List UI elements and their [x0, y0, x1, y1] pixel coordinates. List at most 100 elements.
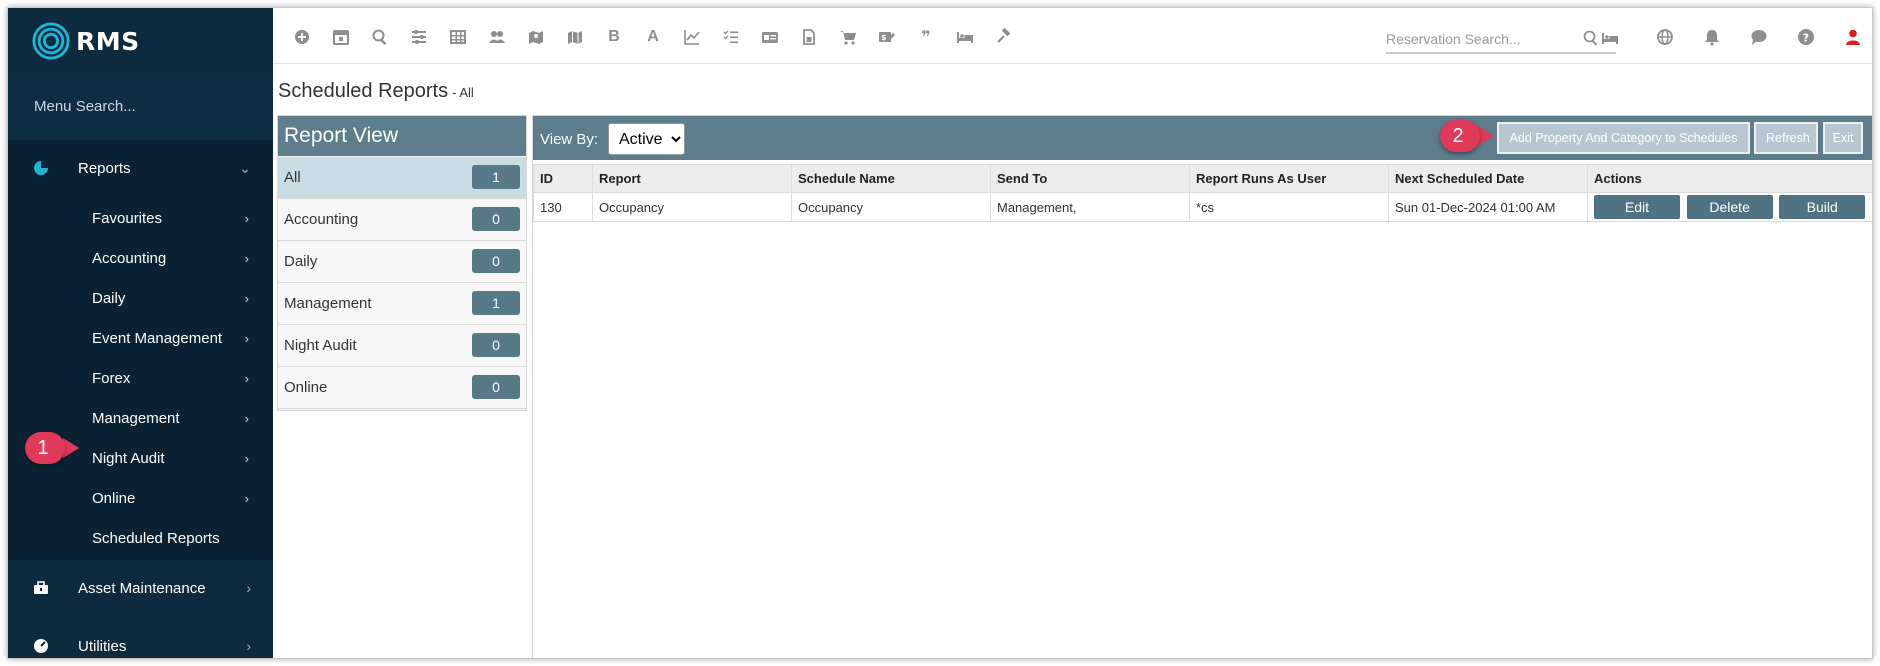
table-row[interactable]: 130 Occupancy Occupancy Management, *cs …: [533, 192, 1872, 222]
chevron-right-icon: ›: [246, 580, 251, 596]
table-header-row: ID Report Schedule Name Send To Report R…: [533, 164, 1872, 193]
column-header-runs-as-user[interactable]: Report Runs As User: [1189, 164, 1389, 193]
rms-logo[interactable]: RMS: [32, 22, 140, 60]
document-icon[interactable]: [798, 26, 820, 48]
edit-button[interactable]: Edit: [1594, 195, 1680, 219]
line-chart-icon[interactable]: [681, 26, 703, 48]
callout-pointer: [1478, 126, 1494, 146]
add-property-category-button[interactable]: Add Property And Category to Schedules: [1497, 122, 1750, 154]
schedules-panel: View By: Active Add Property And Categor…: [532, 115, 1872, 658]
map-pin-icon[interactable]: [525, 26, 547, 48]
column-header-send-to[interactable]: Send To: [990, 164, 1190, 193]
column-header-next-scheduled-date[interactable]: Next Scheduled Date: [1388, 164, 1588, 193]
sidebar-subitem-daily[interactable]: Daily ›: [8, 278, 273, 318]
help-icon[interactable]: ?: [1795, 26, 1817, 48]
view-by-select[interactable]: Active: [608, 123, 685, 155]
report-view-item-management[interactable]: Management 1: [278, 283, 526, 325]
chevron-right-icon: ›: [244, 250, 249, 266]
report-view-item-accounting[interactable]: Accounting 0: [278, 199, 526, 241]
cell-schedule-name: Occupancy: [791, 192, 991, 222]
cart-icon[interactable]: [837, 26, 859, 48]
brand-name: RMS: [76, 26, 140, 56]
sidebar-subitem-label: Favourites: [92, 209, 163, 227]
delete-button[interactable]: Delete: [1686, 195, 1773, 219]
bell-icon[interactable]: [1701, 26, 1723, 48]
exit-button[interactable]: Exit: [1823, 122, 1863, 154]
sliders-icon[interactable]: [408, 26, 430, 48]
sidebar-item-label: Asset Maintenance: [78, 579, 206, 597]
sidebar-subitem-online[interactable]: Online ›: [8, 478, 273, 518]
sidebar-subitem-label: Night Audit: [92, 449, 165, 467]
chevron-right-icon: ›: [244, 290, 249, 306]
view-by-label: View By:: [540, 131, 599, 148]
grid-icon[interactable]: [447, 26, 469, 48]
plus-circle-icon[interactable]: [291, 26, 313, 48]
sidebar-item-utilities[interactable]: Utilities ›: [8, 621, 273, 658]
sidebar-item-reports[interactable]: Reports ⌄: [8, 143, 273, 193]
sidebar-subitem-label: Event Management: [92, 329, 223, 347]
cell-report: Occupancy: [592, 192, 792, 222]
menu-search[interactable]: Menu Search...: [8, 78, 273, 140]
chevron-right-icon: ›: [244, 370, 249, 386]
reservation-search[interactable]: [1386, 26, 1618, 54]
sidebar-subitem-label: Online: [92, 489, 136, 507]
gavel-icon[interactable]: [993, 26, 1015, 48]
column-header-id[interactable]: ID: [533, 164, 593, 193]
report-view-label: Daily: [284, 253, 318, 270]
report-view-panel: Report View All 1 Accounting 0 Daily 0 M…: [277, 115, 527, 411]
bold-b-icon[interactable]: B: [603, 26, 625, 48]
chevron-right-icon: ›: [244, 490, 249, 506]
sidebar-subitem-label: Management: [92, 409, 180, 427]
page-title-suffix: - All: [452, 85, 474, 100]
cell-actions: Edit Delete Build: [1587, 192, 1872, 222]
calendar-icon[interactable]: [330, 26, 352, 48]
rms-logo-icon: [32, 22, 70, 60]
column-header-report[interactable]: Report: [592, 164, 792, 193]
schedules-toolbar: View By: Active Add Property And Categor…: [533, 116, 1872, 160]
report-view-label: All: [284, 169, 301, 186]
callout-pointer: [63, 438, 79, 458]
sidebar-item-asset-maintenance[interactable]: Asset Maintenance ›: [8, 563, 273, 613]
report-view-item-online[interactable]: Online 0: [278, 367, 526, 409]
build-button[interactable]: Build: [1779, 195, 1866, 219]
chevron-right-icon: ›: [244, 450, 249, 466]
chat-icon[interactable]: [1748, 26, 1770, 48]
sidebar-subitem-accounting[interactable]: Accounting ›: [8, 238, 273, 278]
report-view-label: Accounting: [284, 211, 359, 228]
quote-icon[interactable]: ❞: [915, 26, 937, 48]
chevron-right-icon: ›: [244, 330, 249, 346]
id-card-icon[interactable]: [759, 26, 781, 48]
reservation-search-input[interactable]: [1386, 28, 1576, 50]
user-icon[interactable]: [1842, 26, 1864, 48]
sidebar-subitem-label: Forex: [92, 369, 131, 387]
callout-badge-1: 1: [25, 432, 85, 464]
report-view-item-daily[interactable]: Daily 0: [278, 241, 526, 283]
users-icon[interactable]: [486, 26, 508, 48]
refresh-button[interactable]: Refresh: [1754, 122, 1818, 154]
dollar-tag-icon[interactable]: $: [876, 26, 898, 48]
report-count-badge: 0: [472, 333, 520, 357]
chevron-down-icon: ⌄: [239, 159, 251, 176]
page-title-text: Scheduled Reports: [278, 80, 449, 102]
column-header-schedule-name[interactable]: Schedule Name: [791, 164, 991, 193]
sidebar-subitem-scheduled-reports[interactable]: Scheduled Reports: [8, 518, 273, 558]
chevron-right-icon: ›: [244, 210, 249, 226]
bed-icon[interactable]: [954, 26, 976, 48]
checklist-icon[interactable]: [720, 26, 742, 48]
toolbox-icon: [34, 581, 48, 594]
globe-icon[interactable]: [1654, 26, 1676, 48]
chevron-right-icon: ›: [244, 410, 249, 426]
report-count-badge: 1: [472, 291, 520, 315]
sidebar-subitem-forex[interactable]: Forex ›: [8, 358, 273, 398]
map-icon[interactable]: [564, 26, 586, 48]
report-view-item-all[interactable]: All 1: [278, 157, 526, 199]
sidebar-subitem-event-management[interactable]: Event Management ›: [8, 318, 273, 358]
letter-a-icon[interactable]: A: [642, 26, 664, 48]
bed-icon[interactable]: [1599, 27, 1621, 49]
report-view-label: Online: [284, 379, 328, 396]
search-icon[interactable]: [369, 26, 391, 48]
report-view-header: Report View: [278, 116, 526, 156]
report-view-item-night-audit[interactable]: Night Audit 0: [278, 325, 526, 367]
sidebar-subitem-label: Accounting: [92, 249, 167, 267]
sidebar-subitem-favourites[interactable]: Favourites ›: [8, 198, 273, 238]
